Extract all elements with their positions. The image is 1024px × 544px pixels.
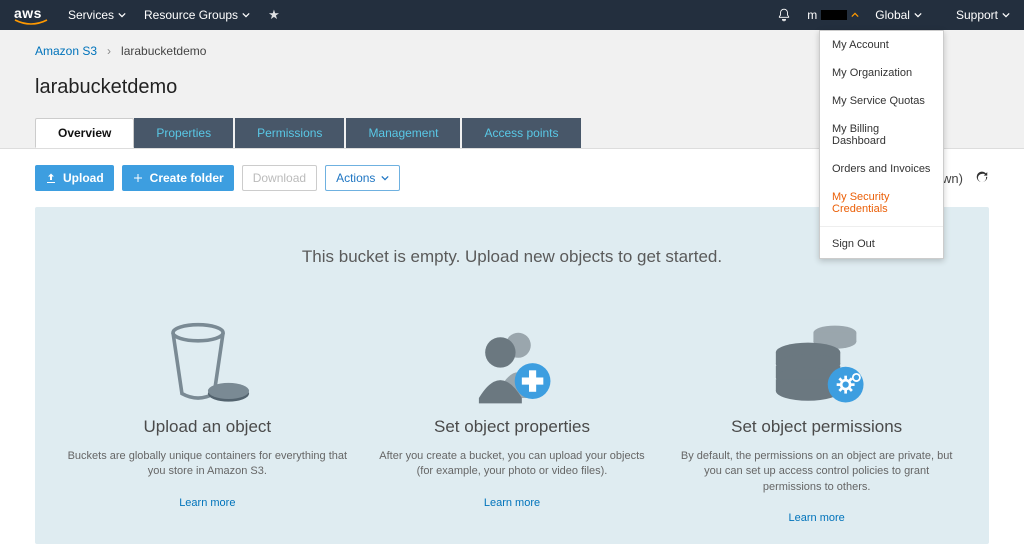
learn-more-link[interactable]: Learn more <box>484 497 540 509</box>
support-menu[interactable]: Support <box>956 8 1010 22</box>
pin-shortcut[interactable]: ★ <box>268 7 280 23</box>
dropdown-item-orders[interactable]: Orders and Invoices <box>820 155 943 183</box>
resource-groups-menu[interactable]: Resource Groups <box>144 8 250 22</box>
dropdown-item-my-account[interactable]: My Account <box>820 31 943 59</box>
chevron-up-icon <box>851 11 859 19</box>
region-menu[interactable]: Global <box>875 8 922 22</box>
download-label: Download <box>253 171 306 185</box>
create-folder-label: Create folder <box>150 171 224 185</box>
dropdown-item-sign-out[interactable]: Sign Out <box>820 230 943 258</box>
region-label: Global <box>875 8 910 22</box>
learn-more-link[interactable]: Learn more <box>789 512 845 524</box>
dropdown-separator <box>820 226 943 227</box>
card-object-properties: Set object properties After you create a… <box>372 317 652 524</box>
tab-overview[interactable]: Overview <box>35 118 134 148</box>
tab-permissions[interactable]: Permissions <box>235 118 344 148</box>
tab-properties[interactable]: Properties <box>134 118 233 148</box>
chevron-down-icon <box>1002 11 1010 19</box>
tab-access-points[interactable]: Access points <box>462 118 580 148</box>
services-menu[interactable]: Services <box>68 8 126 22</box>
upload-icon <box>45 172 57 184</box>
account-initial: m <box>807 8 817 22</box>
people-plus-icon <box>372 317 652 407</box>
chevron-down-icon <box>381 174 389 182</box>
tabs: Overview Properties Permissions Manageme… <box>35 118 583 148</box>
card-description: After you create a bucket, you can uploa… <box>372 449 652 480</box>
breadcrumb-separator: › <box>107 44 111 58</box>
dropdown-item-security-credentials[interactable]: My Security Credentials <box>820 183 943 223</box>
chevron-down-icon <box>118 11 126 19</box>
database-gear-icon <box>677 317 957 407</box>
download-button: Download <box>242 165 317 191</box>
breadcrumb-root[interactable]: Amazon S3 <box>35 44 97 58</box>
info-cards: Upload an object Buckets are globally un… <box>65 317 959 524</box>
card-description: Buckets are globally unique containers f… <box>67 449 347 480</box>
support-label: Support <box>956 8 998 22</box>
account-dropdown: My Account My Organization My Service Qu… <box>819 30 944 259</box>
dropdown-item-service-quotas[interactable]: My Service Quotas <box>820 87 943 115</box>
create-folder-button[interactable]: Create folder <box>122 165 234 191</box>
notifications-icon[interactable] <box>777 8 791 22</box>
card-description: By default, the permissions on an object… <box>677 449 957 495</box>
bucket-icon <box>67 317 347 407</box>
card-title: Set object properties <box>372 417 652 437</box>
card-upload-object: Upload an object Buckets are globally un… <box>67 317 347 524</box>
dropdown-item-my-organization[interactable]: My Organization <box>820 59 943 87</box>
learn-more-link[interactable]: Learn more <box>179 497 235 509</box>
breadcrumb-current: larabucketdemo <box>121 44 206 58</box>
plus-icon <box>132 172 144 184</box>
card-title: Set object permissions <box>677 417 957 437</box>
card-object-permissions: Set object permissions By default, the p… <box>677 317 957 524</box>
services-label: Services <box>68 8 114 22</box>
aws-logo[interactable]: aws <box>14 5 48 25</box>
resource-groups-label: Resource Groups <box>144 8 238 22</box>
upload-button[interactable]: Upload <box>35 165 114 191</box>
card-title: Upload an object <box>67 417 347 437</box>
actions-label: Actions <box>336 171 375 185</box>
account-name-redacted <box>821 10 847 20</box>
account-menu[interactable]: m <box>807 8 859 22</box>
actions-menu[interactable]: Actions <box>325 165 400 191</box>
chevron-down-icon <box>242 11 250 19</box>
chevron-down-icon <box>914 11 922 19</box>
upload-label: Upload <box>63 171 104 185</box>
top-navigation: aws Services Resource Groups ★ m Global … <box>0 0 1024 30</box>
tab-management[interactable]: Management <box>346 118 460 148</box>
refresh-icon[interactable] <box>975 171 989 185</box>
dropdown-item-billing[interactable]: My Billing Dashboard <box>820 115 943 155</box>
